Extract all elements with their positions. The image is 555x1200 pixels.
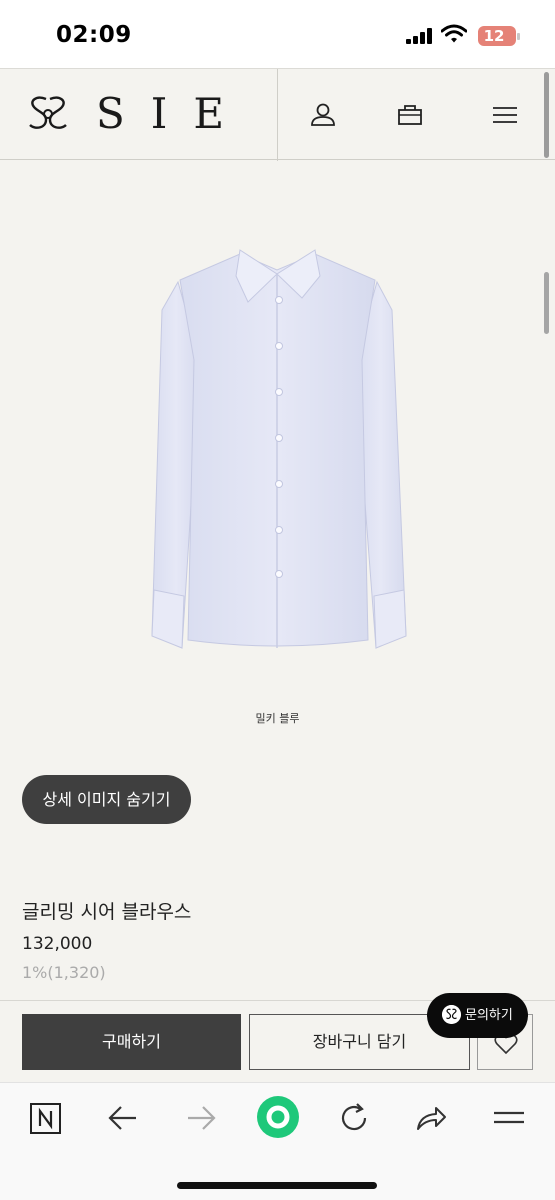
inquiry-label: 문의하기 [465, 1008, 513, 1023]
product-price: 132,000 [22, 934, 93, 954]
brand-name[interactable]: SIE [96, 89, 250, 138]
signal-icon [406, 28, 432, 44]
back-icon[interactable] [106, 1101, 140, 1135]
buy-button[interactable]: 구매하기 [22, 1014, 241, 1070]
naver-icon[interactable] [29, 1101, 63, 1135]
home-circle-icon[interactable] [256, 1095, 300, 1139]
header-scrollbar[interactable] [544, 72, 549, 158]
color-caption: 밀키 블루 [255, 712, 300, 725]
battery-cap [517, 33, 520, 40]
brand-logo-icon[interactable] [26, 93, 70, 135]
inquiry-button[interactable]: 문의하기 [427, 993, 528, 1038]
battery-icon: 12 [478, 26, 520, 46]
share-icon[interactable] [414, 1101, 448, 1135]
brand-logo-icon [442, 1005, 461, 1024]
header-divider [277, 69, 278, 161]
browser-menu-icon[interactable] [492, 1101, 526, 1135]
page-scrollbar[interactable] [544, 272, 549, 334]
blouse-image[interactable] [140, 240, 415, 660]
toggle-detail-button[interactable]: 상세 이미지 숨기기 [22, 775, 191, 824]
forward-icon[interactable] [184, 1101, 218, 1135]
product-points: 1%(1,320) [22, 963, 106, 982]
screen: 02:09 12 SIE 밀키 블루 상세 이미지 숨기기 글리밍 시어 블라우… [0, 0, 555, 1200]
user-icon[interactable] [308, 100, 338, 130]
home-indicator[interactable] [177, 1182, 377, 1189]
status-time: 02:09 [56, 22, 132, 48]
bag-icon[interactable] [395, 100, 425, 130]
battery-level: 12 [483, 27, 505, 45]
reload-icon[interactable] [337, 1101, 371, 1135]
wifi-icon [441, 24, 467, 43]
status-bar: 02:09 12 [0, 0, 555, 68]
site-header: SIE [0, 68, 555, 161]
menu-icon[interactable] [490, 100, 520, 130]
product-title: 글리밍 시어 블라우스 [22, 901, 192, 923]
